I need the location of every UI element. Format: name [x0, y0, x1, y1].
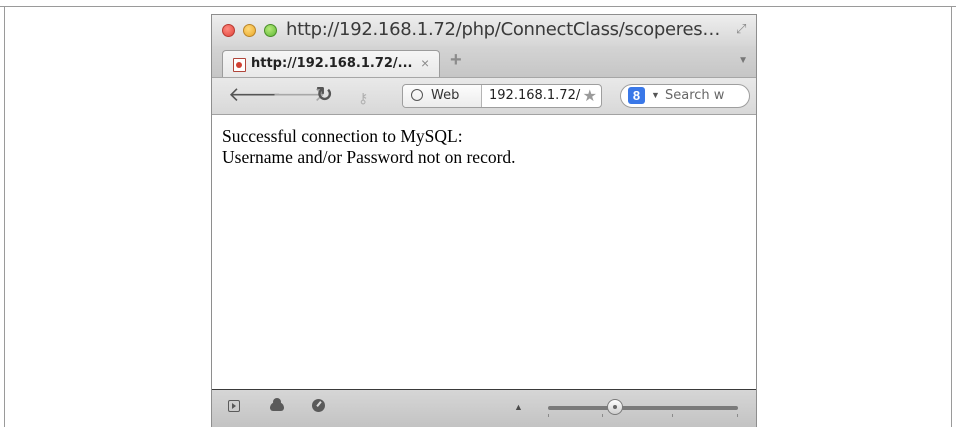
fullscreen-icon[interactable]: ⤢ [736, 22, 750, 36]
minimize-window-button[interactable] [243, 24, 256, 37]
web-identity-button[interactable]: Web [403, 85, 482, 107]
google-icon[interactable]: 8 [628, 87, 645, 104]
new-tab-button[interactable]: + [450, 49, 462, 72]
connection-message: Successful connection to MySQL: [222, 126, 463, 146]
figure-frame-right [951, 6, 952, 427]
slider-tick [548, 414, 549, 417]
key-icon[interactable]: ⚷ [358, 88, 368, 108]
gauge-icon[interactable] [312, 399, 325, 412]
browser-window: http://192.168.1.72/php/ConnectClass/sco… [211, 14, 757, 427]
url-input[interactable]: 192.168.1.72/php/ConnectClass/scoperesol… [489, 88, 581, 103]
window-title: http://192.168.1.72/php/ConnectClass/sco… [286, 19, 721, 40]
url-bar[interactable]: Web 192.168.1.72/php/ConnectClass/scoper… [402, 84, 602, 108]
triangle-up-icon[interactable]: ▲ [514, 402, 523, 412]
search-input[interactable]: Search w [665, 88, 745, 103]
cloud-icon[interactable] [270, 398, 284, 411]
tab-list-chevron-down-icon[interactable]: ▼ [738, 55, 748, 66]
slider-tick [672, 414, 673, 417]
star-icon[interactable]: ★ [583, 86, 597, 106]
tab-close-icon[interactable]: × [421, 55, 429, 71]
page-content: Successful connection to MySQL: Username… [212, 115, 756, 389]
navigation-toolbar: 🡐 🡒 ↻ ⚷ Web 192.168.1.72/php/ConnectClas… [212, 78, 756, 115]
figure-frame-top [0, 6, 956, 7]
tab-bar: http://192.168.1.72/... × + ▼ [212, 46, 756, 78]
favicon-icon [233, 58, 246, 72]
web-label: Web [431, 88, 460, 103]
auth-error-message: Username and/or Password not on record. [222, 147, 516, 167]
slider-tick [737, 414, 738, 417]
search-engine-chevron-down-icon[interactable]: ▼ [651, 90, 660, 100]
slider-tick [602, 414, 603, 417]
globe-icon [411, 89, 423, 101]
figure-frame-left [4, 6, 5, 427]
close-window-button[interactable] [222, 24, 235, 37]
tab-active[interactable]: http://192.168.1.72/... × [222, 50, 440, 77]
console-icon[interactable] [228, 400, 240, 412]
reload-icon[interactable]: ↻ [316, 85, 333, 105]
search-bar[interactable]: 8 ▼ Search w [620, 84, 750, 108]
title-bar: http://192.168.1.72/php/ConnectClass/sco… [212, 15, 756, 46]
zoom-slider-thumb[interactable] [606, 399, 623, 415]
zoom-window-button[interactable] [264, 24, 277, 37]
status-bar: ▲ [212, 389, 756, 427]
zoom-slider-track[interactable] [548, 406, 738, 410]
tab-title: http://192.168.1.72/... [251, 56, 413, 71]
